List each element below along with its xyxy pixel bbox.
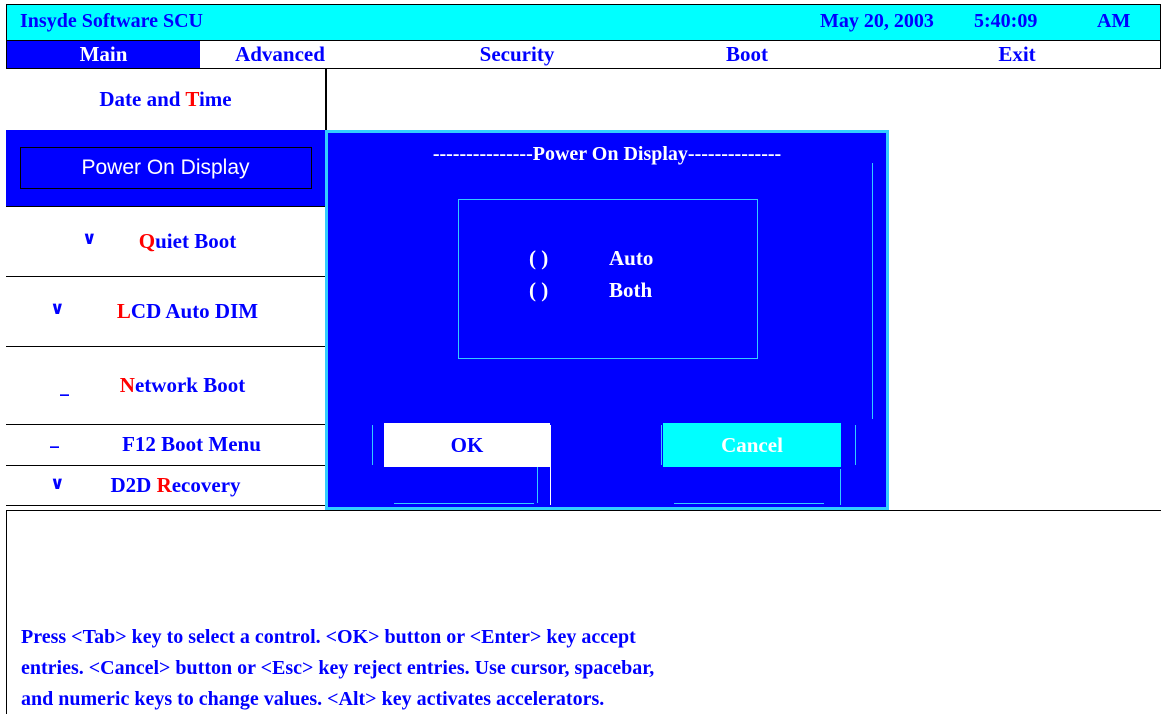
sidebar-item-label: F12 Boot Menu — [122, 432, 261, 456]
dialog-divider — [872, 163, 873, 419]
checked-icon: ∨ — [50, 473, 65, 494]
tab-security[interactable]: Security — [447, 41, 587, 68]
help-text: Press <Tab> key to select a control. <OK… — [21, 622, 1021, 715]
cancel-button-frame — [855, 425, 856, 465]
radio-auto[interactable]: ( ) — [529, 246, 548, 271]
selection-box: Power On Display — [19, 147, 312, 189]
unchecked-icon: _ — [50, 428, 59, 449]
option-label-both[interactable]: Both — [609, 278, 652, 303]
cancel-button[interactable]: Cancel — [663, 423, 841, 467]
tab-main[interactable]: Main — [7, 41, 200, 68]
help-line: and numeric keys to change values. <Alt>… — [21, 688, 605, 710]
ok-button-frame — [537, 467, 538, 503]
sidebar-item-label: Date and Time — [99, 87, 232, 111]
checked-icon: ∨ — [82, 228, 97, 249]
sidebar-item-label: D2D Recovery — [110, 472, 241, 497]
ok-button-frame — [372, 425, 373, 465]
sidebar-item-date-time[interactable]: Date and Time — [6, 69, 325, 131]
help-line: entries. <Cancel> button or <Esc> key re… — [21, 657, 655, 679]
tab-exit[interactable]: Exit — [967, 41, 1067, 68]
ok-button[interactable]: OK — [384, 423, 550, 467]
sidebar-item-network-boot[interactable]: _ Network Boot — [6, 346, 325, 425]
ampm-display: AM — [1097, 10, 1131, 32]
dialog-title: ---------------Power On Display---------… — [432, 143, 782, 165]
tab-boot[interactable]: Boot — [697, 41, 797, 68]
sidebar-item-label: LCD Auto DIM — [116, 298, 259, 323]
sidebar-item-d2d-recovery[interactable]: ∨ D2D Recovery — [6, 465, 325, 506]
radio-both[interactable]: ( ) — [529, 278, 548, 303]
sidebar-item-f12-boot-menu[interactable]: _ F12 Boot Menu — [6, 424, 325, 466]
time-display: 5:40:09 — [974, 10, 1038, 32]
checked-icon: ∨ — [50, 298, 65, 319]
sidebar-item-quiet-boot[interactable]: ∨ Quiet Boot — [6, 206, 325, 277]
cancel-button-frame — [840, 469, 841, 505]
cancel-button-frame — [674, 503, 824, 504]
title-bar: Insyde Software SCU May 20, 2003 5:40:09… — [6, 4, 1161, 41]
tab-advanced[interactable]: Advanced — [200, 41, 360, 68]
ok-button-frame — [394, 503, 534, 504]
button-separator — [550, 425, 551, 505]
option-label-auto[interactable]: Auto — [609, 246, 653, 271]
sidebar-item-label: Quiet Boot — [138, 228, 237, 253]
sidebar-item-lcd-auto-dim[interactable]: ∨ LCD Auto DIM — [6, 276, 325, 347]
help-panel: Press <Tab> key to select a control. <OK… — [6, 510, 1161, 714]
menu-bar: Main Advanced Security Boot Exit — [6, 41, 1161, 69]
sidebar-item-label: Network Boot — [119, 372, 246, 397]
sidebar-item-label: Power On Display — [81, 156, 250, 179]
cancel-button-frame — [661, 425, 662, 465]
help-line: Press <Tab> key to select a control. <OK… — [21, 626, 636, 648]
sidebar-item-power-on-display[interactable]: Power On Display — [6, 130, 325, 207]
unchecked-icon: _ — [60, 376, 69, 397]
sidebar: Date and Time Power On Display ∨ Quiet B… — [6, 69, 327, 510]
date-display: May 20, 2003 — [820, 10, 934, 32]
options-box: ( ) Auto ( ) Both — [458, 199, 758, 359]
app-title: Insyde Software SCU — [20, 10, 203, 32]
power-on-display-dialog: ---------------Power On Display---------… — [325, 130, 889, 510]
